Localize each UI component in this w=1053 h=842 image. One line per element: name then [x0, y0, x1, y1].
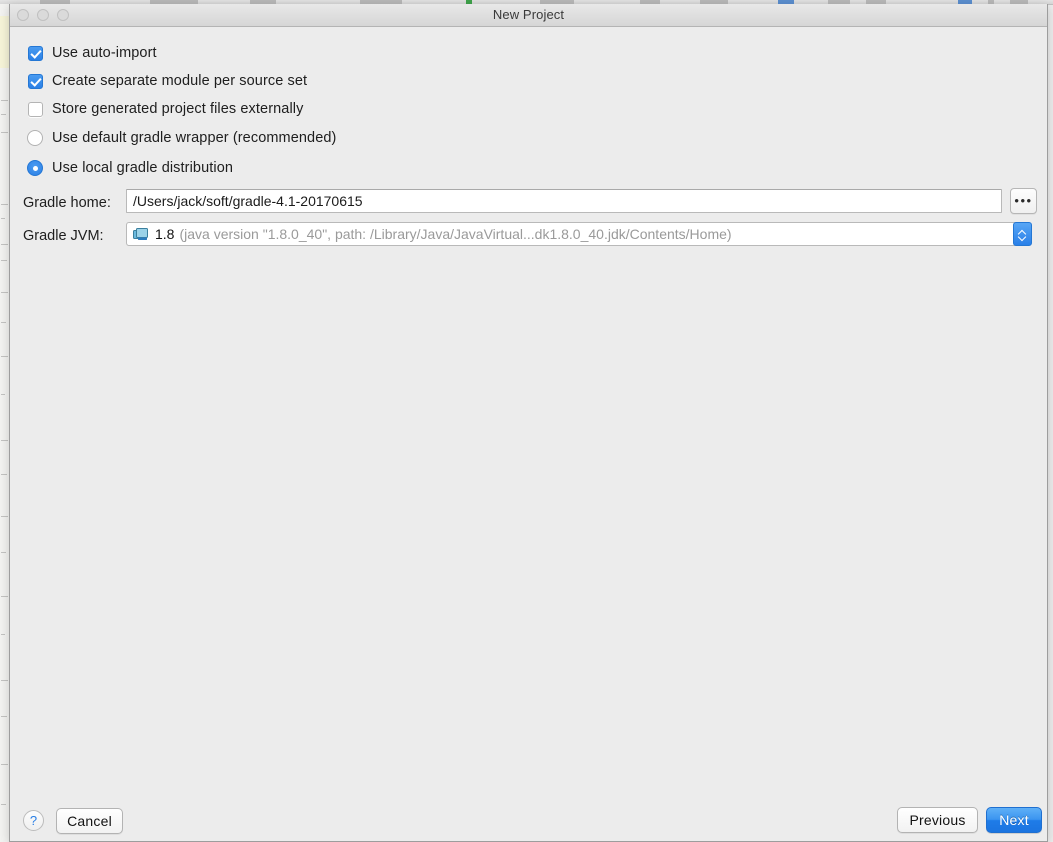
option-label: Use auto-import [52, 45, 157, 61]
gradle-home-browse-button[interactable]: ••• [1010, 188, 1037, 214]
checkbox-use-auto-import[interactable] [28, 45, 43, 61]
chevron-down-icon[interactable] [1019, 235, 1026, 239]
checkbox-store-generated-files[interactable] [28, 101, 43, 117]
gradle-home-label: Gradle home: [23, 195, 111, 211]
cancel-button[interactable]: Cancel [56, 808, 123, 834]
option-label: Store generated project files externally [52, 101, 304, 117]
gradle-jvm-stepper[interactable] [1013, 222, 1032, 246]
help-button[interactable]: ? [23, 810, 44, 831]
option-create-separate-module[interactable]: Create separate module per source set [28, 73, 307, 89]
option-label: Create separate module per source set [52, 73, 308, 89]
option-label: Use default gradle wrapper (recommended) [52, 130, 337, 146]
gradle-home-input[interactable]: /Users/jack/soft/gradle-4.1-20170615 [126, 189, 1002, 213]
previous-button[interactable]: Previous [897, 807, 978, 833]
jdk-icon [133, 227, 149, 241]
dialog-content: Use auto-import Create separate module p… [10, 27, 1047, 842]
radio-use-default-gradle-wrapper[interactable] [27, 130, 43, 146]
next-button[interactable]: Next [986, 807, 1042, 833]
background-highlight [0, 16, 9, 68]
option-use-auto-import[interactable]: Use auto-import [28, 45, 157, 61]
new-project-dialog: New Project Use auto-import Create separ… [9, 4, 1048, 842]
gradle-jvm-label: Gradle JVM: [23, 228, 104, 244]
gradle-jvm-version: 1.8 [155, 226, 175, 242]
dialog-titlebar[interactable]: New Project [10, 4, 1047, 27]
option-store-generated-files[interactable]: Store generated project files externally [28, 101, 303, 117]
window-title: New Project [492, 7, 565, 22]
option-use-default-gradle-wrapper[interactable]: Use default gradle wrapper (recommended) [27, 130, 336, 146]
gradle-jvm-detail: (java version "1.8.0_40", path: /Library… [179, 226, 732, 242]
gradle-jvm-combobox[interactable]: 1.8 (java version "1.8.0_40", path: /Lib… [126, 222, 1022, 246]
radio-use-local-gradle-distribution[interactable] [27, 160, 43, 176]
option-use-local-gradle-distribution[interactable]: Use local gradle distribution [27, 160, 233, 176]
option-label: Use local gradle distribution [52, 160, 234, 176]
checkbox-create-separate-module[interactable] [28, 73, 43, 89]
